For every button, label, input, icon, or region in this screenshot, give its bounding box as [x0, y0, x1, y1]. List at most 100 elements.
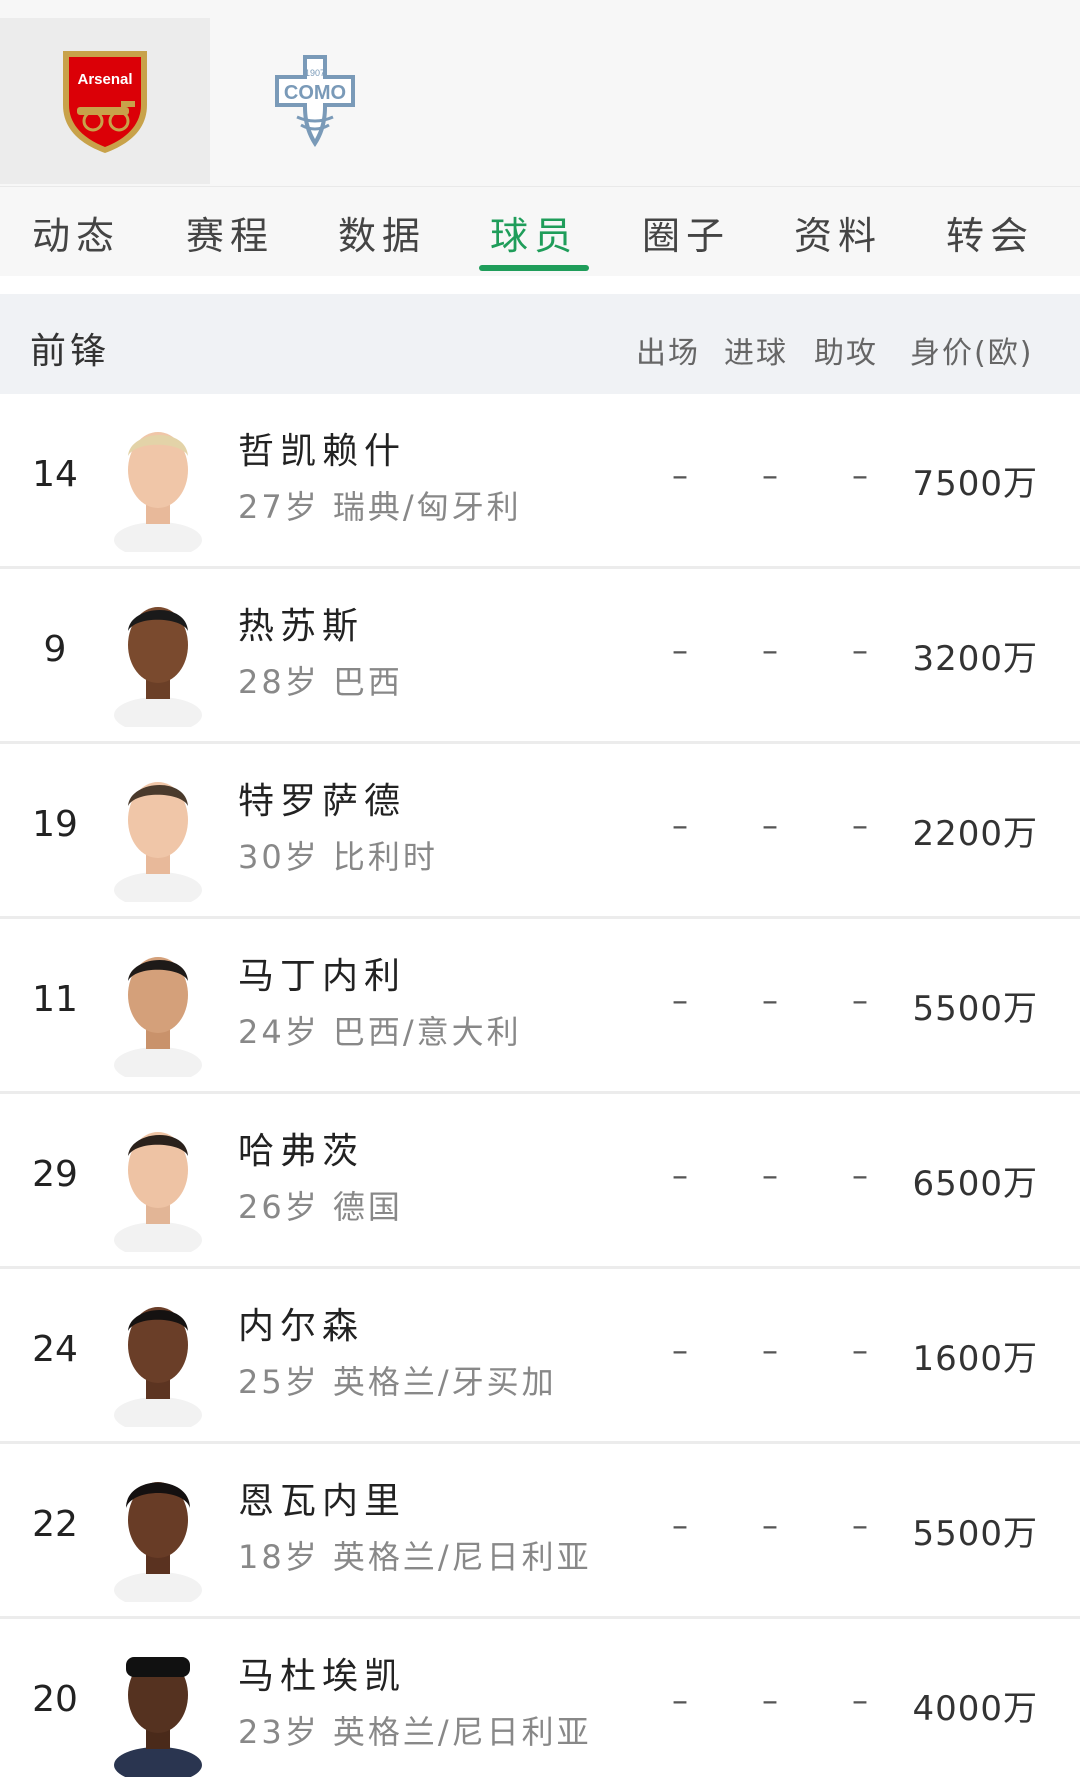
- player-number: 14: [32, 454, 78, 495]
- stat-goals: –: [762, 806, 778, 844]
- market-value: 2200万: [912, 814, 1038, 854]
- stat-goals: –: [762, 631, 778, 669]
- stat-assists: –: [852, 806, 868, 844]
- player-name: 内尔森: [238, 1306, 365, 1347]
- market-value: 6500万: [912, 1164, 1038, 1204]
- player-avatar: [114, 1657, 202, 1777]
- column-header-value: 身价(欧): [910, 336, 1034, 371]
- tab-label: 球员: [489, 213, 578, 258]
- tab-stats[interactable]: 数据: [312, 187, 452, 277]
- player-name: 马杜埃凯: [238, 1656, 407, 1697]
- stat-assists: –: [852, 631, 868, 669]
- stat-goals: –: [762, 456, 778, 494]
- column-header-appearances: 出场: [636, 336, 700, 371]
- player-info: 18岁 英格兰/尼日利亚: [238, 1538, 592, 1576]
- tab-label: 转会: [945, 213, 1034, 258]
- tab-label: 赛程: [185, 213, 274, 258]
- player-row[interactable]: 19 特罗萨德 30岁 比利时 – – – 2200万: [0, 744, 1080, 919]
- column-header-goals: 进球: [724, 336, 788, 371]
- tab-profile[interactable]: 资料: [768, 187, 908, 277]
- player-name: 特罗萨德: [238, 781, 407, 822]
- player-number: 29: [32, 1154, 78, 1195]
- stat-appearances: –: [672, 631, 688, 669]
- market-value: 5500万: [912, 1514, 1038, 1554]
- player-avatar: [114, 957, 202, 1077]
- player-name: 恩瓦内里: [238, 1481, 407, 1522]
- player-number: 11: [32, 979, 78, 1020]
- tab-community[interactable]: 圈子: [616, 187, 756, 277]
- svg-text:Arsenal: Arsenal: [77, 71, 132, 88]
- market-value: 4000万: [912, 1689, 1038, 1729]
- player-row[interactable]: 14 哲凯赖什 27岁 瑞典/匈牙利 – – – 7500万: [0, 394, 1080, 569]
- stat-goals: –: [762, 1681, 778, 1719]
- stat-goals: –: [762, 1156, 778, 1194]
- svg-text:1907: 1907: [305, 68, 325, 78]
- stat-assists: –: [852, 1681, 868, 1719]
- svg-text:COMO: COMO: [284, 82, 346, 104]
- position-section-header: 前锋 出场 进球 助攻 身价(欧): [0, 294, 1080, 394]
- stat-appearances: –: [672, 806, 688, 844]
- player-avatar: [114, 782, 202, 902]
- market-value: 1600万: [912, 1339, 1038, 1379]
- player-info: 28岁 巴西: [238, 663, 403, 701]
- player-name: 哲凯赖什: [238, 431, 407, 472]
- tab-bar: 动态 赛程 数据 球员 圈子 资料 转会: [0, 186, 1080, 276]
- tab-label: 资料: [793, 213, 882, 258]
- stat-assists: –: [852, 1156, 868, 1194]
- player-name: 哈弗茨: [238, 1131, 365, 1172]
- player-number: 20: [32, 1679, 78, 1720]
- tab-label: 数据: [337, 213, 426, 258]
- player-avatar: [114, 607, 202, 727]
- tab-dynamics[interactable]: 动态: [6, 187, 146, 277]
- tab-label: 动态: [31, 213, 120, 258]
- player-info: 23岁 英格兰/尼日利亚: [238, 1713, 592, 1751]
- player-name: 马丁内利: [238, 956, 407, 997]
- player-row[interactable]: 20 马杜埃凯 23岁 英格兰/尼日利亚 – – – 4000万: [0, 1619, 1080, 1777]
- team-tile-arsenal[interactable]: Arsenal: [0, 18, 210, 184]
- player-info: 26岁 德国: [238, 1188, 403, 1226]
- player-row[interactable]: 22 恩瓦内里 18岁 英格兰/尼日利亚 – – – 5500万: [0, 1444, 1080, 1619]
- tab-schedule[interactable]: 赛程: [160, 187, 300, 277]
- section-title: 前锋: [30, 331, 111, 372]
- stat-assists: –: [852, 456, 868, 494]
- active-tab-indicator: [479, 265, 589, 271]
- player-number: 22: [32, 1504, 78, 1545]
- player-row[interactable]: 11 马丁内利 24岁 巴西/意大利 – – – 5500万: [0, 919, 1080, 1094]
- tab-label: 圈子: [641, 213, 730, 258]
- team-tile-como[interactable]: 1907 COMO: [210, 18, 420, 184]
- player-number: 19: [32, 804, 78, 845]
- player-row[interactable]: 24 内尔森 25岁 英格兰/牙买加 – – – 1600万: [0, 1269, 1080, 1444]
- stat-assists: –: [852, 1506, 868, 1544]
- tab-players[interactable]: 球员: [464, 187, 604, 277]
- arsenal-crest-icon: Arsenal: [63, 51, 147, 153]
- stat-assists: –: [852, 981, 868, 1019]
- player-name: 热苏斯: [238, 606, 365, 647]
- market-value: 7500万: [912, 464, 1038, 504]
- stat-appearances: –: [672, 1681, 688, 1719]
- market-value: 5500万: [912, 989, 1038, 1029]
- stat-appearances: –: [672, 1506, 688, 1544]
- player-avatar: [114, 1482, 202, 1602]
- player-info: 27岁 瑞典/匈牙利: [238, 488, 522, 526]
- player-avatar: [114, 432, 202, 552]
- player-avatar: [114, 1132, 202, 1252]
- stat-assists: –: [852, 1331, 868, 1369]
- player-row[interactable]: 29 哈弗茨 26岁 德国 – – – 6500万: [0, 1094, 1080, 1269]
- player-info: 25岁 英格兰/牙买加: [238, 1363, 557, 1401]
- player-number: 24: [32, 1329, 78, 1370]
- player-info: 30岁 比利时: [238, 838, 438, 876]
- stat-appearances: –: [672, 981, 688, 1019]
- stat-appearances: –: [672, 1331, 688, 1369]
- stat-goals: –: [762, 1331, 778, 1369]
- divider: [0, 276, 1080, 294]
- stat-appearances: –: [672, 456, 688, 494]
- market-value: 3200万: [912, 639, 1038, 679]
- player-info: 24岁 巴西/意大利: [238, 1013, 522, 1051]
- player-number: 9: [43, 629, 67, 670]
- player-row[interactable]: 9 热苏斯 28岁 巴西 – – – 3200万: [0, 569, 1080, 744]
- team-selector-bar: Arsenal 1907 COMO: [0, 0, 1080, 186]
- player-avatar: [114, 1307, 202, 1427]
- column-header-assists: 助攻: [814, 336, 878, 371]
- tab-transfers[interactable]: 转会: [920, 187, 1060, 277]
- stat-goals: –: [762, 981, 778, 1019]
